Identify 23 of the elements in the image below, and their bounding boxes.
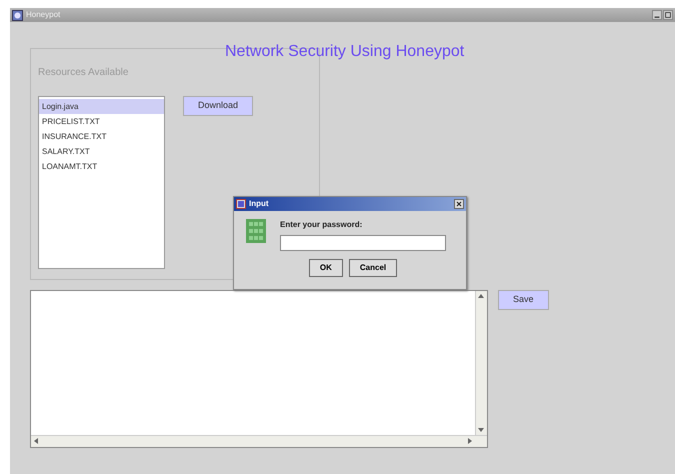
close-icon[interactable] [454, 199, 464, 209]
keypad-icon [246, 219, 266, 243]
dialog-title: Input [249, 198, 269, 210]
maximize-icon[interactable] [663, 10, 673, 20]
file-item[interactable]: INSURANCE.TXT [39, 129, 164, 144]
password-field[interactable] [280, 235, 446, 251]
file-item[interactable]: PRICELIST.TXT [39, 114, 164, 129]
vertical-scrollbar[interactable] [475, 291, 487, 435]
file-item[interactable]: SALARY.TXT [39, 144, 164, 159]
save-button[interactable]: Save [498, 290, 549, 310]
file-item[interactable]: Login.java [39, 99, 164, 114]
window-title: Honeypot [26, 9, 60, 21]
file-item[interactable]: LOANAMT.TXT [39, 159, 164, 174]
dialog-app-icon [236, 199, 246, 209]
password-prompt: Enter your password: [280, 219, 364, 231]
cancel-button[interactable]: Cancel [348, 259, 398, 277]
horizontal-scrollbar[interactable] [31, 435, 487, 447]
minimize-icon[interactable] [652, 10, 662, 20]
ok-button[interactable]: OK [308, 259, 343, 277]
app-icon [12, 10, 23, 20]
download-button[interactable]: Download [183, 96, 254, 116]
panel-label: Resources Available [38, 66, 130, 80]
app-heading: Network Security Using Honeypot [225, 42, 464, 62]
